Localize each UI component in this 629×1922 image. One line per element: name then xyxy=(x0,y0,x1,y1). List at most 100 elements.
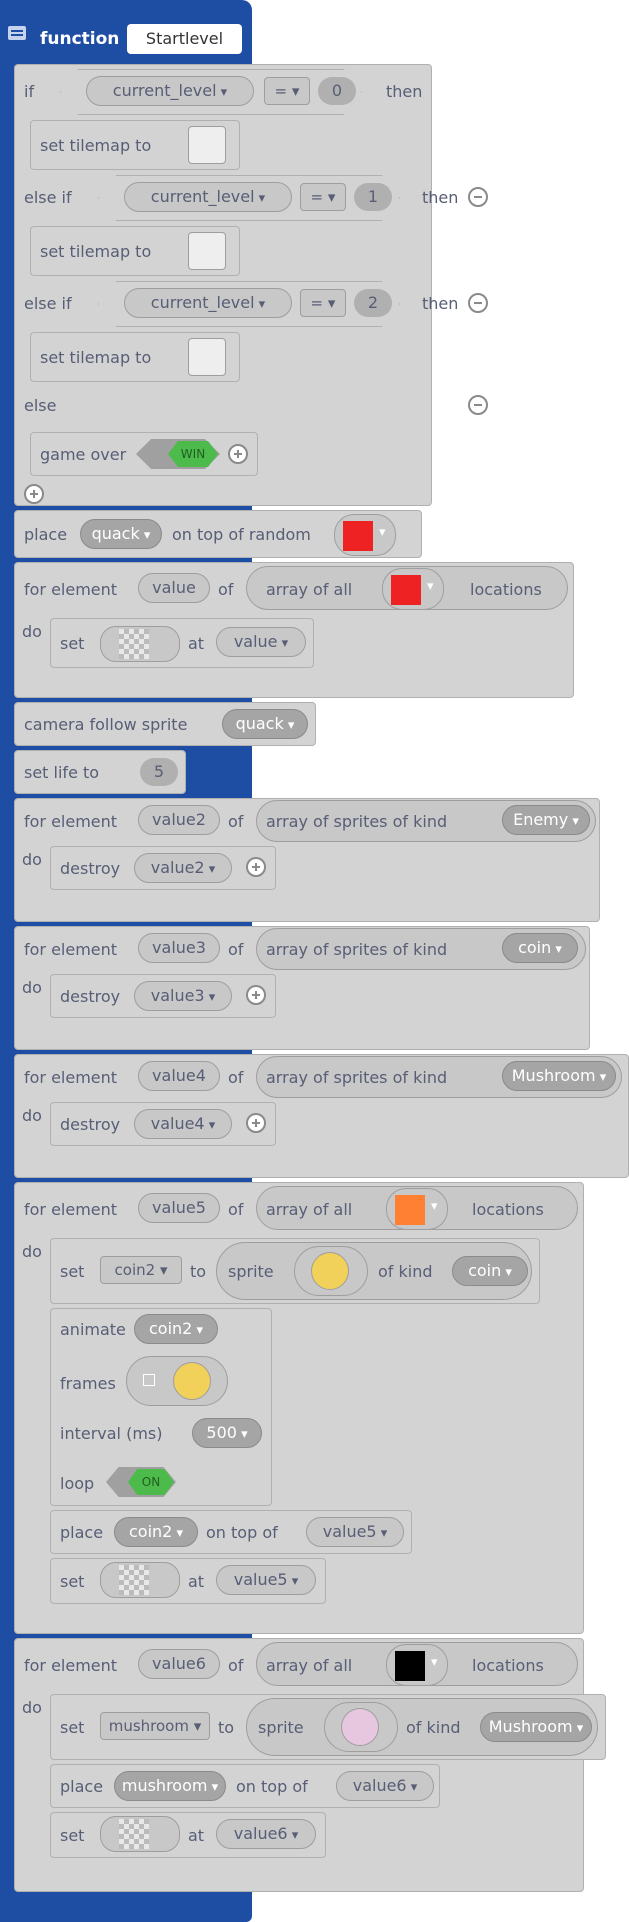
of-label-3: of xyxy=(228,940,244,959)
kind-enemy[interactable]: Enemy xyxy=(502,805,590,835)
loop-on-value[interactable]: ON xyxy=(128,1469,174,1495)
frame-checkbox-icon[interactable] xyxy=(143,1374,155,1386)
set-label-5: set xyxy=(60,1572,85,1591)
set-label-1: set xyxy=(60,634,85,653)
for-element-label-5: for element xyxy=(24,1200,118,1219)
value-1[interactable]: 1 xyxy=(354,183,392,211)
on-top-of-label-mushroom: on top of xyxy=(236,1777,308,1796)
set-label-mushroom: set xyxy=(60,1718,85,1737)
loop-var-value6[interactable]: value6 xyxy=(138,1649,220,1679)
place-label-coin: place xyxy=(60,1523,104,1542)
frames-label: frames xyxy=(60,1374,116,1393)
at-var-value6[interactable]: value6 xyxy=(216,1819,316,1849)
coin-image-picker[interactable] xyxy=(294,1246,368,1296)
var-coin2[interactable]: coin2 ▾ xyxy=(100,1256,182,1284)
locations-label-1: locations xyxy=(470,580,542,599)
var-current-level-1[interactable]: current_level xyxy=(124,182,292,212)
tile-picker-5[interactable] xyxy=(100,1562,180,1598)
destroy-add-icon-4[interactable] xyxy=(246,1113,266,1133)
tile-picker-6[interactable] xyxy=(100,1816,180,1852)
of-label-2: of xyxy=(228,812,244,831)
frames-picker[interactable] xyxy=(126,1356,228,1406)
set-tilemap-label-1: set tilemap to xyxy=(40,242,152,261)
array-of-all-label-6: array of all xyxy=(266,1656,353,1675)
tilemap-thumbnail-2[interactable] xyxy=(188,338,226,376)
var-current-level-2[interactable]: current_level xyxy=(124,288,292,318)
place-target-value5[interactable]: value5 xyxy=(306,1517,404,1547)
function-keyword: function xyxy=(40,29,120,49)
tile-color-red-0[interactable]: ▾ xyxy=(334,514,396,556)
function-name-field[interactable]: Startlevel xyxy=(127,24,242,54)
kind-coin[interactable]: coin xyxy=(502,933,578,963)
kind-mushroom[interactable]: Mushroom xyxy=(502,1061,616,1091)
add-else-if-icon[interactable] xyxy=(24,484,44,504)
interval-label: interval (ms) xyxy=(60,1424,163,1443)
place-target-value6[interactable]: value6 xyxy=(336,1771,434,1801)
value-0[interactable]: 0 xyxy=(318,77,356,105)
destroy-var-value2[interactable]: value2 xyxy=(134,853,232,883)
for-element-label-2: for element xyxy=(24,812,118,831)
remove-else-if-icon-1[interactable] xyxy=(468,187,488,207)
for-element-label-4: for element xyxy=(24,1068,118,1087)
place-var-mushroom[interactable]: mushroom xyxy=(114,1771,226,1801)
loop-var-value3[interactable]: value3 xyxy=(138,933,220,963)
then-label-2: then xyxy=(422,294,459,313)
op-equals-0[interactable]: = ▾ xyxy=(264,77,310,105)
set-label-coin: set xyxy=(60,1262,85,1281)
loop-label: loop xyxy=(60,1474,95,1493)
add-param-icon[interactable] xyxy=(228,444,248,464)
at-label-1: at xyxy=(188,634,205,653)
mushroom-image-picker[interactable] xyxy=(324,1702,398,1752)
animate-var-coin2[interactable]: coin2 xyxy=(134,1314,218,1344)
tile-color-black[interactable]: ▾ xyxy=(386,1644,448,1686)
tile-color-orange[interactable]: ▾ xyxy=(386,1188,448,1230)
remove-else-icon[interactable] xyxy=(468,395,488,415)
if-label: if xyxy=(24,82,35,101)
loop-var-value[interactable]: value xyxy=(138,573,210,603)
life-value[interactable]: 5 xyxy=(140,758,178,786)
destroy-var-value3[interactable]: value3 xyxy=(134,981,232,1011)
tile-picker-1[interactable] xyxy=(100,626,180,662)
to-label-coin: to xyxy=(190,1262,207,1281)
place-var-coin2[interactable]: coin2 xyxy=(114,1517,198,1547)
interval-value[interactable]: 500 xyxy=(192,1418,262,1448)
array-of-all-label-5: array of all xyxy=(266,1200,353,1219)
sprite-label-coin: sprite xyxy=(228,1262,274,1281)
value-2[interactable]: 2 xyxy=(354,289,392,317)
destroy-add-icon-2[interactable] xyxy=(246,857,266,877)
op-equals-2[interactable]: = ▾ xyxy=(300,289,346,317)
remove-else-if-icon-2[interactable] xyxy=(468,293,488,313)
loop-var-value5[interactable]: value5 xyxy=(138,1193,220,1223)
tile-color-red-1[interactable]: ▾ xyxy=(382,568,444,610)
tilemap-thumbnail-1[interactable] xyxy=(188,232,226,270)
destroy-var-value4[interactable]: value4 xyxy=(134,1109,232,1139)
kind-coin-create[interactable]: coin xyxy=(452,1256,528,1286)
sprite-label-mushroom: sprite xyxy=(258,1718,304,1737)
set-tilemap-label-2: set tilemap to xyxy=(40,348,152,367)
var-mushroom[interactable]: mushroom ▾ xyxy=(100,1712,210,1740)
var-current-level-0[interactable]: current_level xyxy=(86,76,254,106)
animate-label: animate xyxy=(60,1320,126,1339)
destroy-add-icon-3[interactable] xyxy=(246,985,266,1005)
at-var-value[interactable]: value xyxy=(216,627,306,657)
at-var-value5[interactable]: value5 xyxy=(216,1565,316,1595)
else-if-label-1: else if xyxy=(24,188,72,207)
loop-var-value4[interactable]: value4 xyxy=(138,1061,220,1091)
tilemap-thumbnail-0[interactable] xyxy=(188,126,226,164)
op-equals-1[interactable]: = ▾ xyxy=(300,183,346,211)
at-label-5: at xyxy=(188,1572,205,1591)
of-kind-label-coin: of kind xyxy=(378,1262,433,1281)
set-tilemap-label-0: set tilemap to xyxy=(40,136,152,155)
on-top-of-label-coin: on top of xyxy=(206,1523,278,1542)
comment-icon[interactable] xyxy=(8,26,26,40)
array-sprites-label-2: array of sprites of kind xyxy=(266,812,448,831)
array-of-all-label-1: array of all xyxy=(266,580,353,599)
else-label: else xyxy=(24,396,57,415)
kind-mushroom-create[interactable]: Mushroom xyxy=(480,1712,592,1742)
loop-var-value2[interactable]: value2 xyxy=(138,805,220,835)
win-value[interactable]: WIN xyxy=(168,441,218,467)
do-label-5: do xyxy=(22,1242,42,1261)
sprite-quack[interactable]: quack xyxy=(80,519,162,549)
then-label-0: then xyxy=(386,82,423,101)
camera-sprite-quack[interactable]: quack xyxy=(222,709,308,739)
